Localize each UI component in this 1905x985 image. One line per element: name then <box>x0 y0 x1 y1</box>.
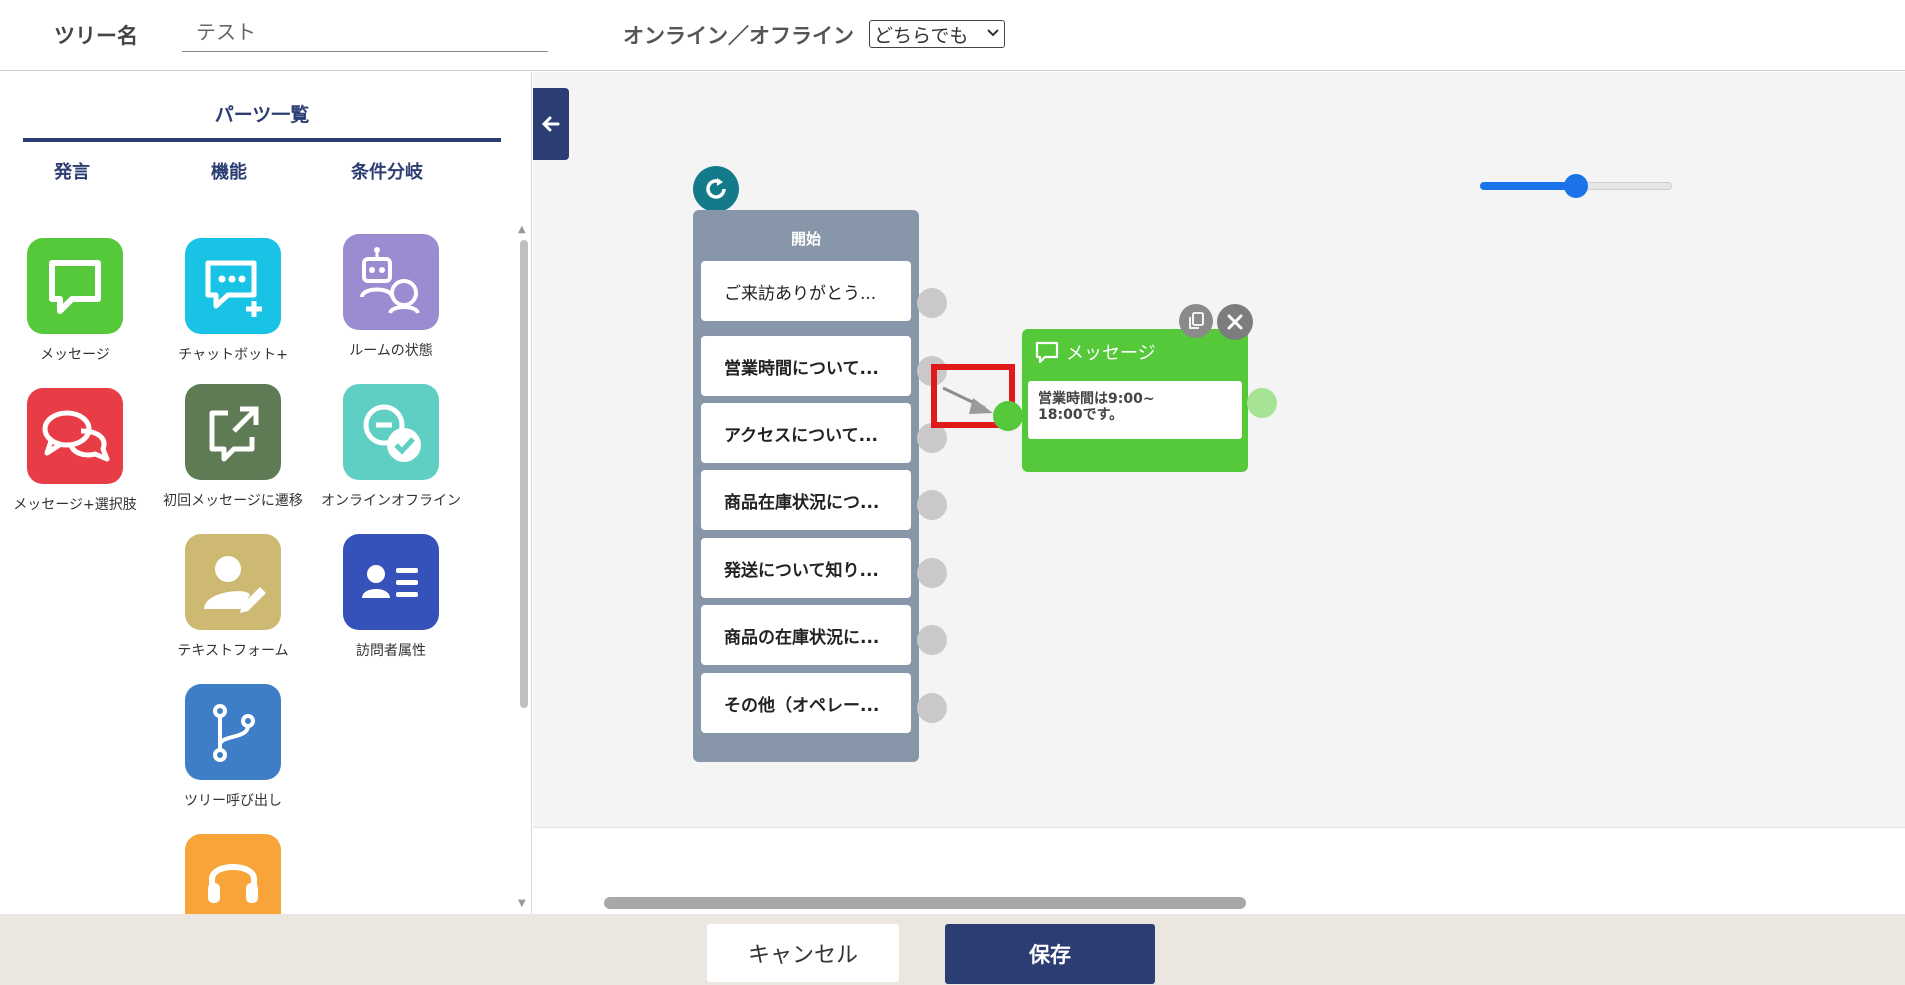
message-icon <box>27 238 123 334</box>
scroll-up-arrow[interactable]: ▲ <box>518 224 526 235</box>
id-card-icon <box>343 534 439 630</box>
part-label: オンラインオフライン <box>321 493 461 509</box>
start-node[interactable]: 開始 ご来訪ありがとう... 営業時間について... アクセスについて... 商… <box>693 210 919 762</box>
output-port-3[interactable] <box>917 490 947 520</box>
part-message[interactable]: メッセージ <box>0 238 155 364</box>
chevron-down-icon <box>986 26 1000 42</box>
message-choices-icon <box>27 388 123 484</box>
zoom-slider-knob[interactable] <box>1564 174 1588 198</box>
message-icon <box>1035 341 1059 364</box>
part-chatbot-plus[interactable]: チャットボット+ <box>153 238 313 364</box>
sidebar-scrollbar[interactable] <box>520 240 528 708</box>
message-body-line-2: 18:00です。 <box>1038 407 1124 423</box>
start-choice-3[interactable]: 商品在庫状況につ... <box>701 470 911 530</box>
message-node-body[interactable]: 営業時間は9:00~ 18:00です。 <box>1028 381 1242 439</box>
message-node-title: メッセージ <box>1066 343 1156 364</box>
zoom-slider-fill <box>1480 182 1576 190</box>
message-node-header: メッセージ <box>1034 339 1156 365</box>
part-label: メッセージ+選択肢 <box>13 497 137 513</box>
cancel-button[interactable]: キャンセル <box>707 924 899 982</box>
collapse-sidebar-button[interactable] <box>533 88 569 160</box>
start-choice-4[interactable]: 発送について知り... <box>701 538 911 598</box>
user-edit-icon <box>185 534 281 630</box>
tree-name-input[interactable] <box>182 10 548 52</box>
part-message-choices[interactable]: メッセージ+選択肢 <box>0 388 155 514</box>
part-room-status[interactable]: ルームの状態 <box>311 234 471 360</box>
part-online-offline[interactable]: オンラインオフライン <box>311 384 471 510</box>
chatbot-plus-icon <box>185 238 281 334</box>
save-button[interactable]: 保存 <box>945 924 1155 984</box>
online-offline-icon <box>343 384 439 480</box>
part-label: チャットボット+ <box>178 347 288 363</box>
part-tree-call[interactable]: ツリー呼び出し <box>153 684 313 810</box>
zoom-slider[interactable] <box>1480 174 1672 198</box>
branch-icon <box>185 684 281 780</box>
online-offline-label: オンライン／オフライン <box>623 24 854 48</box>
part-label: メッセージ <box>40 347 110 363</box>
tab-condition[interactable]: 条件分岐 <box>351 158 423 184</box>
part-label: ルームの状態 <box>349 343 433 359</box>
part-label: テキストフォーム <box>177 643 289 659</box>
headset-icon <box>185 834 281 914</box>
message-node[interactable]: メッセージ 営業時間は9:00~ 18:00です。 <box>1022 329 1248 472</box>
scroll-down-arrow[interactable]: ▼ <box>518 898 526 909</box>
delete-node-button[interactable] <box>1217 304 1253 340</box>
start-choice-1[interactable]: 営業時間について... <box>701 336 911 396</box>
tree-name-label: ツリー名 <box>54 24 138 48</box>
part-label: ツリー呼び出し <box>184 793 282 809</box>
copy-icon <box>1189 312 1204 329</box>
message-body-line-1: 営業時間は9:00~ <box>1038 391 1155 407</box>
output-port-6[interactable] <box>917 693 947 723</box>
part-operator[interactable] <box>153 834 313 914</box>
close-icon <box>1227 314 1243 330</box>
copy-node-button[interactable] <box>1179 304 1213 338</box>
canvas-horizontal-scrollbar[interactable] <box>604 897 1246 909</box>
output-port-5[interactable] <box>917 625 947 655</box>
tab-speech[interactable]: 発言 <box>54 158 90 184</box>
parts-sidebar: パーツ一覧 発言 機能 条件分岐 メッセージ チャットボット+ ルームの状態 メ… <box>0 72 532 914</box>
start-node-title: 開始 <box>790 230 821 248</box>
refresh-button[interactable] <box>693 166 739 212</box>
message-output-port[interactable] <box>1247 388 1277 418</box>
header: ツリー名 オンライン／オフライン どちらでも <box>0 0 1905 71</box>
arrow-left-icon <box>541 116 560 132</box>
parts-list-title: パーツ一覧 <box>214 104 310 126</box>
start-choice-6[interactable]: その他（オペレー... <box>701 673 911 733</box>
start-choice-5[interactable]: 商品の在庫状況に... <box>701 605 911 665</box>
output-port-0[interactable] <box>917 288 947 318</box>
part-label: 訪問者属性 <box>356 643 426 659</box>
output-port-4[interactable] <box>917 558 947 588</box>
start-choice-0[interactable]: ご来訪ありがとう... <box>701 261 911 321</box>
refresh-icon <box>706 178 726 199</box>
footer: キャンセル 保存 <box>0 914 1905 985</box>
parts-title-underline <box>23 138 501 142</box>
part-label: 初回メッセージに遷移 <box>163 493 303 509</box>
start-choice-2[interactable]: アクセスについて... <box>701 403 911 463</box>
part-first-message-jump[interactable]: 初回メッセージに遷移 <box>153 384 313 510</box>
online-offline-select[interactable]: どちらでも <box>869 20 1005 48</box>
tab-function[interactable]: 機能 <box>211 158 247 184</box>
part-visitor-attributes[interactable]: 訪問者属性 <box>311 534 471 660</box>
external-link-icon <box>185 384 281 480</box>
message-input-port[interactable] <box>993 401 1023 431</box>
online-offline-select-value: どちらでも <box>874 24 969 47</box>
flow-canvas[interactable]: 開始 ご来訪ありがとう... 営業時間について... アクセスについて... 商… <box>533 72 1905 914</box>
part-text-form[interactable]: テキストフォーム <box>153 534 313 660</box>
robot-operator-icon <box>343 234 439 330</box>
